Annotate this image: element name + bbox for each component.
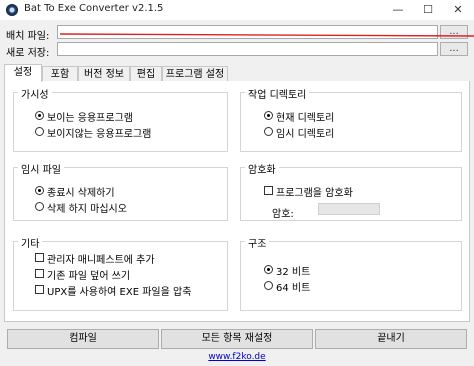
tab-program-settings[interactable]: 프로그램 설정 bbox=[162, 66, 228, 81]
32bit-label: 32 비트 bbox=[276, 267, 311, 278]
tab-settings[interactable]: 설정 bbox=[4, 64, 42, 82]
do-not-delete-radio[interactable] bbox=[35, 202, 44, 211]
architecture-group-title: 구조 bbox=[245, 235, 270, 250]
tab-edit[interactable]: 편집 bbox=[130, 66, 162, 81]
website-link[interactable]: www.f2ko.de bbox=[0, 352, 474, 362]
current-dir-radio[interactable] bbox=[264, 111, 273, 120]
password-label: 암호: bbox=[272, 209, 294, 220]
minimize-button[interactable]: — bbox=[383, 0, 413, 20]
window-title: Bat To Exe Converter v2.1.5 bbox=[24, 3, 164, 14]
encrypt-checkbox[interactable] bbox=[264, 186, 273, 195]
overwrite-checkbox[interactable] bbox=[35, 269, 44, 278]
save-as-label: 새로 저장: bbox=[6, 48, 50, 59]
working-dir-group-title: 작업 디렉토리 bbox=[245, 86, 310, 101]
working-dir-group bbox=[240, 92, 462, 152]
admin-manifest-label: 관리자 매니페스트에 추가 bbox=[47, 255, 155, 266]
delete-on-exit-label: 종료시 삭제하기 bbox=[47, 188, 115, 199]
upx-checkbox[interactable] bbox=[35, 285, 44, 294]
upx-label: UPX를 사용하여 EXE 파일을 압축 bbox=[47, 287, 192, 298]
compile-button[interactable]: 컴파일 bbox=[7, 329, 159, 349]
red-annotation-line bbox=[60, 33, 474, 37]
invisible-app-radio[interactable] bbox=[35, 127, 44, 136]
temp-dir-radio[interactable] bbox=[264, 127, 273, 136]
tab-include[interactable]: 포함 bbox=[42, 66, 78, 81]
batch-file-label: 배치 파일: bbox=[6, 31, 50, 42]
current-dir-label: 현재 디렉토리 bbox=[276, 113, 335, 124]
delete-on-exit-radio[interactable] bbox=[35, 186, 44, 195]
maximize-button[interactable]: ☐ bbox=[413, 0, 443, 20]
close-button[interactable]: ✕ bbox=[443, 0, 473, 20]
password-field[interactable] bbox=[318, 203, 380, 215]
do-not-delete-label: 삭제 하지 마십시오 bbox=[47, 204, 127, 215]
invisible-app-label: 보이지않는 응용프로그램 bbox=[47, 129, 152, 140]
64bit-radio[interactable] bbox=[264, 281, 273, 290]
temp-dir-label: 임시 디렉토리 bbox=[276, 129, 335, 140]
other-group-title: 기타 bbox=[18, 235, 43, 250]
visible-app-label: 보이는 응용프로그램 bbox=[47, 113, 133, 124]
tab-version-info[interactable]: 버전 정보 bbox=[78, 66, 130, 81]
visibility-group-title: 가시성 bbox=[18, 86, 52, 101]
overwrite-label: 기존 파일 덮어 쓰기 bbox=[47, 271, 131, 282]
exit-button[interactable]: 끝내기 bbox=[315, 329, 467, 349]
save-as-field[interactable] bbox=[57, 42, 438, 56]
gear-icon bbox=[6, 4, 18, 16]
encrypt-label: 프로그램을 암호화 bbox=[276, 188, 353, 199]
encryption-group-title: 암호화 bbox=[245, 161, 279, 176]
visible-app-radio[interactable] bbox=[35, 111, 44, 120]
64bit-label: 64 비트 bbox=[276, 283, 311, 294]
save-as-browse-button[interactable]: ... bbox=[440, 42, 468, 56]
reset-all-button[interactable]: 모든 항목 재설정 bbox=[161, 329, 313, 349]
architecture-group bbox=[240, 241, 462, 311]
temp-file-group-title: 임시 파일 bbox=[18, 161, 64, 176]
admin-manifest-checkbox[interactable] bbox=[35, 253, 44, 262]
32bit-radio[interactable] bbox=[264, 265, 273, 274]
